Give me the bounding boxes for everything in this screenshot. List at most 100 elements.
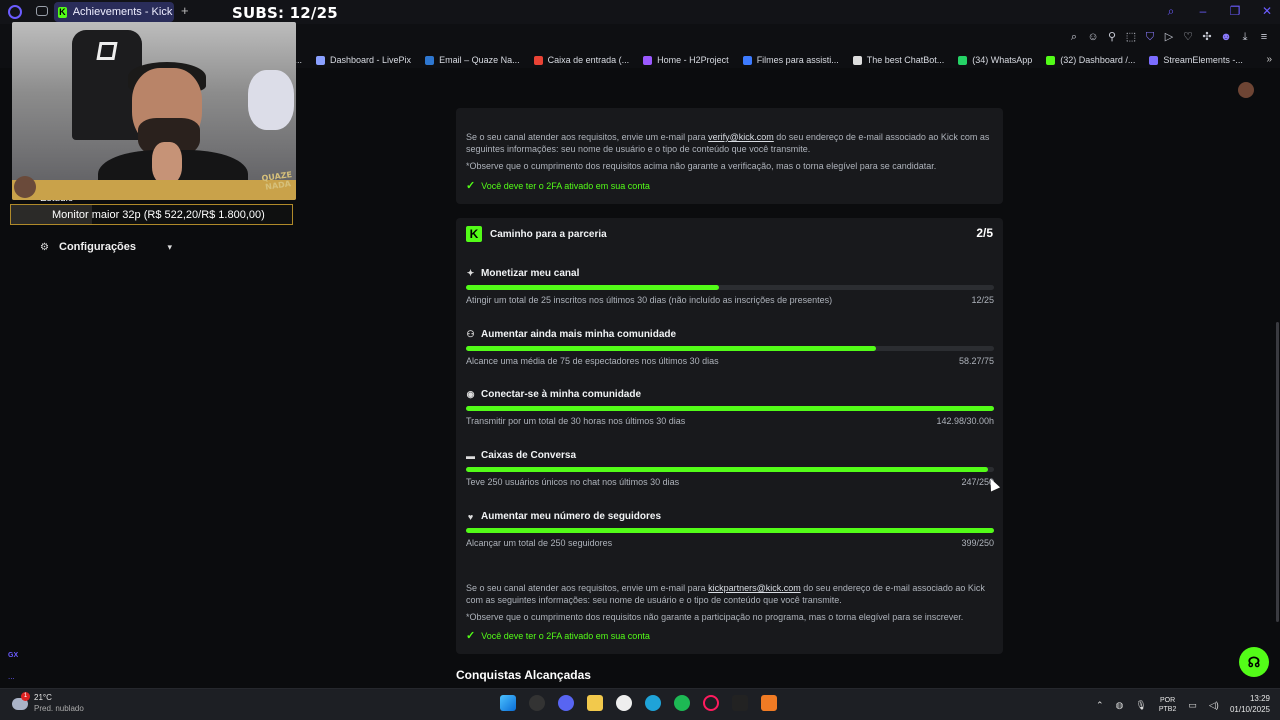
donation-goal-bar: Monitor maior 32p (R$ 522,20/R$ 1.800,00… [10,204,293,225]
system-clock[interactable]: 13:29 01/10/2025 [1224,693,1270,715]
file-explorer-icon[interactable] [587,695,603,711]
progress-fill [466,528,994,533]
user-avatar[interactable] [1238,82,1254,98]
display-icon[interactable]: ▭ [1188,700,1197,711]
sidebar-item-configuracoes[interactable]: ⚙ Configurações ▾ [40,241,172,253]
input-language[interactable]: POR PTB2 [1159,696,1177,714]
gamepad-icon[interactable] [36,6,48,16]
opera-taskbar-icon[interactable] [703,695,719,711]
clock-date: 01/10/2025 [1229,705,1270,714]
notification-badge: 1 [21,692,30,701]
progress-track [466,406,994,411]
requirement-value: 12/25 [971,295,994,305]
heart-toolbar-icon[interactable]: ♡ [1182,31,1194,43]
edge-icon[interactable] [645,695,661,711]
bookmark-h2project[interactable]: Home - H2Project [643,55,729,65]
new-tab-button[interactable]: + [181,3,189,18]
download-icon[interactable]: ⤓ [1239,31,1251,43]
gx-corner-icon[interactable]: GX [8,652,18,659]
verification-card: Se o seu canal atender aos requisitos, e… [456,108,1003,204]
check-icon: ✓ [466,180,476,192]
progress-fill [466,467,988,472]
bookmark-chatbot[interactable]: The best ChatBot... [852,55,944,65]
requirement-value: 399/250 [961,538,994,548]
more-dots-icon[interactable]: ... [8,672,15,681]
close-icon[interactable]: ✕ [1260,4,1274,18]
volume-icon[interactable]: ◁) [1209,700,1219,711]
verify-instructions: Se o seu canal atender aos requisitos, e… [466,132,990,154]
bookmarks-more-icon[interactable]: » [1266,54,1272,65]
requirement-community: ⚇ Aumentar ainda mais minha comunidade Al… [466,329,994,366]
system-tray: ⌃ ◍ 🎙 POR PTB2 ▭ ◁) [1096,696,1219,714]
play-icon[interactable]: ▷ [1163,31,1175,43]
bookmark-dashboard[interactable]: (32) Dashboard /... [1046,55,1135,65]
achievements-section-title: Conquistas Alcançadas [456,668,591,682]
extensions-icon[interactable]: ✣ [1201,31,1213,43]
bookmark-livepix[interactable]: Dashboard - LivePix [316,55,411,65]
screenshot-icon[interactable]: ⬚ [1125,31,1137,43]
microphone-icon[interactable]: 🎙 [1135,700,1146,711]
requirement-value: 58.27/75 [958,356,994,366]
progress-track [466,285,994,290]
progress-fill [466,406,994,411]
partnership-card: K Caminho para a parceria 2/5 ✦ Monetizar… [456,218,1003,654]
broadcast-icon: ◉ [466,389,475,399]
taskbar-apps [500,695,777,711]
sparkle-icon: ✦ [466,268,475,278]
spotify-icon[interactable] [674,695,690,711]
scrollbar[interactable] [1276,322,1279,622]
menu-icon[interactable]: ≡ [1258,31,1270,43]
snap-icon[interactable]: ❐ [1228,4,1242,18]
h2project-icon [643,55,653,65]
shield-icon[interactable]: ⛉ [1144,31,1156,43]
bookmark-streamelements[interactable]: StreamElements -... [1149,55,1243,65]
livepix-icon [316,55,326,65]
subs-overlay: SUBS: 12/25 [232,4,338,22]
start-icon[interactable] [500,695,516,711]
kick-dashboard-icon [1046,55,1056,65]
chair-logo-icon [96,42,118,60]
gmail-icon [533,55,543,65]
bookmark-gmail[interactable]: Caixa de entrada (... [533,55,629,65]
verify-email-link[interactable]: verify@kick.com [708,132,774,142]
bookmark-whatsapp[interactable]: (34) WhatsApp [958,55,1032,65]
support-chat-button[interactable]: ☊ [1239,647,1269,677]
progress-fill [466,285,720,290]
requirement-desc: Alcance uma média de 75 de espectadores … [466,356,719,366]
pin-icon[interactable]: ⚲ [1106,31,1118,43]
capcut-icon[interactable] [616,695,632,711]
bookmark-filmes[interactable]: Filmes para assisti... [742,55,839,65]
chevron-up-icon[interactable]: ⌃ [1096,700,1104,711]
discord-icon[interactable] [558,695,574,711]
app-tile-icon[interactable] [732,695,748,711]
verify-note: *Observe que o cumprimento dos requisito… [466,161,937,171]
obs-icon[interactable] [529,695,545,711]
network-app-icon[interactable]: ◍ [1116,700,1124,711]
sidebar-item-label: Configurações [59,241,137,253]
whatsapp-icon [958,55,968,65]
requirement-monetize: ✦ Monetizar meu canal Atingir um total de… [466,268,994,305]
temperature: 21°C [34,693,52,702]
requirement-connect: ◉ Conectar-se à minha comunidade Transmit… [466,389,994,426]
tab-title: Achievements - Kick Dash [72,6,174,18]
2fa-requirement: ✓ Você deve ter o 2FA ativado em sua cont… [466,180,650,192]
weather-forecast: Pred. nublado [34,704,84,713]
streamer-app-icon[interactable] [761,695,777,711]
check-icon: ✓ [466,630,476,642]
tiny-avatar [14,176,36,198]
minimize-icon[interactable]: – [1196,4,1210,18]
zoom-icon[interactable]: ⌕ [1068,31,1080,43]
tab-achievements[interactable]: K Achievements - Kick Dash [54,2,174,22]
bookmark-email[interactable]: Email – Quaze Na... [425,55,520,65]
emoji-icon[interactable]: ☺ [1087,31,1099,43]
progress-fill [466,346,877,351]
webcam-overlay: QUAZE NADA [12,22,296,200]
profile-icon[interactable]: ☻ [1220,31,1232,43]
search-icon[interactable]: ⌕ [1164,4,1178,18]
partnership-progress-count: 2/5 [976,226,993,240]
partner-email-link[interactable]: kickpartners@kick.com [708,583,801,593]
kick-favicon-icon: K [58,6,67,18]
opera-gx-icon[interactable] [8,5,22,19]
requirement-desc: Transmitir por um total de 30 horas nos … [466,416,686,426]
chat-icon: ▬ [466,450,475,461]
